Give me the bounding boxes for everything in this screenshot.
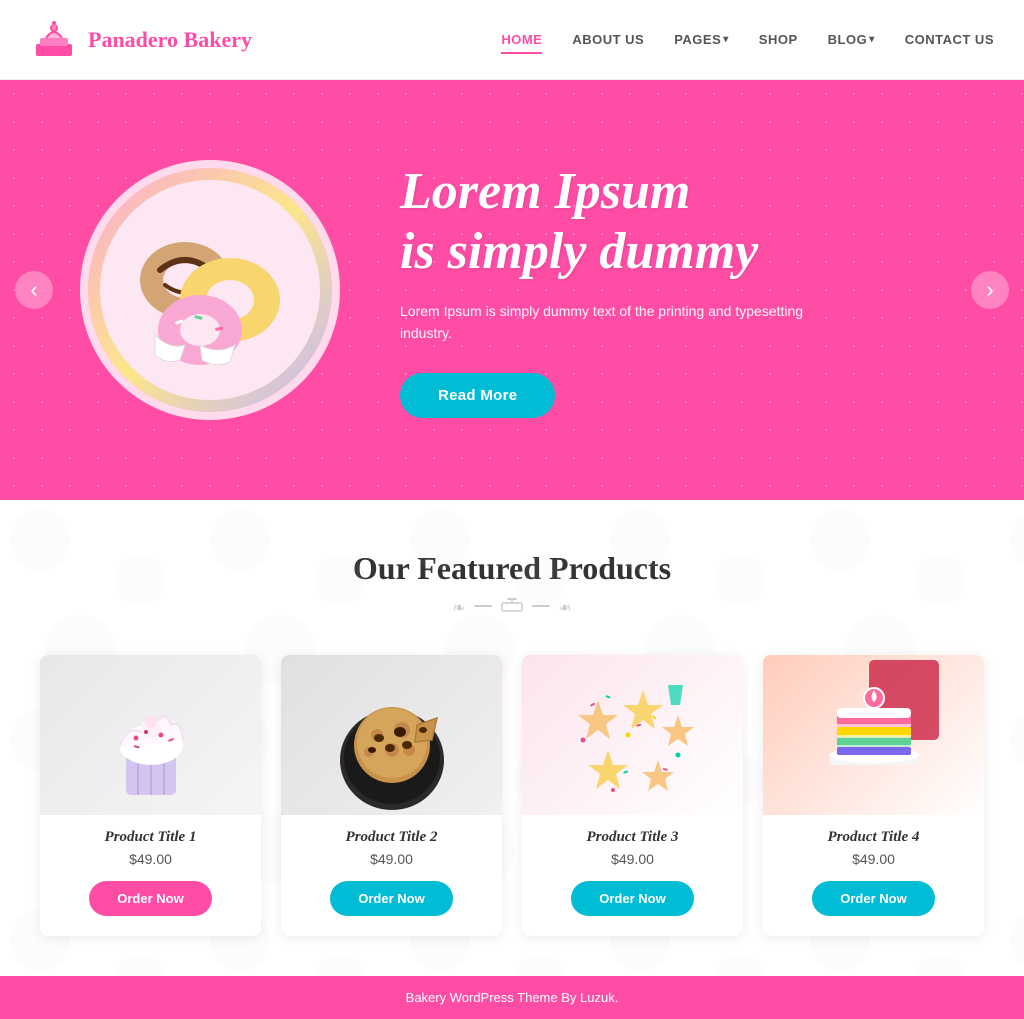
hero-content: Lorem Ipsum is simply dummy Lorem Ipsum … (0, 120, 1024, 460)
footer: Bakery WordPress Theme By Luzuk. (0, 976, 1024, 1019)
order-button-2[interactable]: Order Now (330, 881, 452, 916)
products-grid: Product Title 1 $49.00 Order Now (40, 655, 984, 936)
nav-home[interactable]: HOME (501, 27, 542, 52)
product-image-2 (281, 655, 502, 815)
hero-cta-button[interactable]: Read More (400, 373, 555, 418)
order-button-3[interactable]: Order Now (571, 881, 693, 916)
hero-subtitle: Lorem Ipsum is simply dummy text of the … (400, 300, 820, 345)
hero-next-button[interactable]: › (971, 271, 1009, 309)
product-card-2: Product Title 2 $49.00 Order Now (281, 655, 502, 936)
hero-title: Lorem Ipsum is simply dummy (400, 162, 944, 282)
logo-icon (30, 16, 78, 64)
logo-text: Panadero Bakery (88, 27, 252, 53)
product-card-4: Product Title 4 $49.00 Order Now (763, 655, 984, 936)
hero-text-block: Lorem Ipsum is simply dummy Lorem Ipsum … (400, 162, 944, 417)
product-title-2: Product Title 2 (291, 829, 492, 846)
featured-section: Our Featured Products ❧ ❧ (0, 500, 1024, 976)
product-title-1: Product Title 1 (50, 829, 251, 846)
product-title-3: Product Title 3 (532, 829, 733, 846)
main-nav: HOME ABOUT US PAGES ▾ SHOP BLOG ▾ CONTAC… (501, 27, 994, 52)
hero-image-circle (80, 160, 340, 420)
order-button-4[interactable]: Order Now (812, 881, 934, 916)
product-price-1: $49.00 (40, 851, 261, 867)
chevron-left-icon: ‹ (30, 277, 37, 303)
chevron-right-icon: › (986, 277, 993, 303)
product-title-4: Product Title 4 (773, 829, 974, 846)
nav-blog[interactable]: BLOG ▾ (828, 27, 875, 52)
product-price-2: $49.00 (281, 851, 502, 867)
product-price-4: $49.00 (763, 851, 984, 867)
nav-contact[interactable]: CONTACT US (905, 27, 994, 52)
blog-dropdown-icon: ▾ (869, 34, 875, 45)
header: Panadero Bakery HOME ABOUT US PAGES ▾ SH… (0, 0, 1024, 80)
product-card-1: Product Title 1 $49.00 Order Now (40, 655, 261, 936)
footer-text: Bakery WordPress Theme By Luzuk. (406, 990, 619, 1005)
nav-pages[interactable]: PAGES ▾ (674, 27, 729, 52)
order-button-1[interactable]: Order Now (89, 881, 211, 916)
nav-about[interactable]: ABOUT US (572, 27, 644, 52)
product-image-1 (40, 655, 261, 815)
donuts-illustration (100, 180, 320, 400)
hero-section: ‹ (0, 80, 1024, 500)
product-card-3: Product Title 3 $49.00 Order Now (522, 655, 743, 936)
hero-image (88, 168, 332, 412)
pages-dropdown-icon: ▾ (723, 34, 729, 45)
logo[interactable]: Panadero Bakery (30, 16, 252, 64)
hero-prev-button[interactable]: ‹ (15, 271, 53, 309)
product-image-4 (763, 655, 984, 815)
product-price-3: $49.00 (522, 851, 743, 867)
product-image-3 (522, 655, 743, 815)
nav-shop[interactable]: SHOP (759, 27, 798, 52)
